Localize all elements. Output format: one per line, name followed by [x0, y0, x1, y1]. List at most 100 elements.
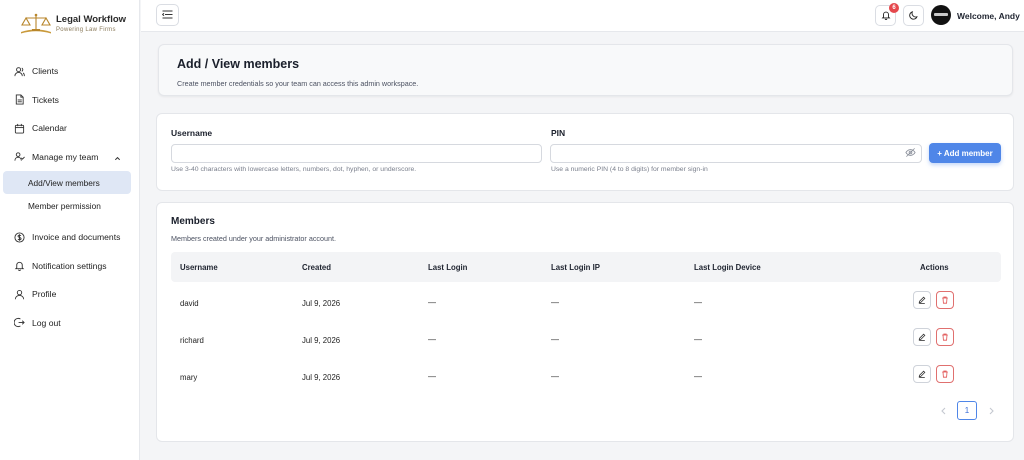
- notifications-button[interactable]: 6: [875, 3, 899, 26]
- sidebar-subitem-label: Add/View members: [28, 177, 100, 188]
- cell-last-login-ip: —: [551, 298, 559, 307]
- sidebar-item-profile[interactable]: Profile: [0, 280, 140, 309]
- members-card: Members Members created under your admin…: [156, 202, 1014, 442]
- notification-count-badge: 6: [889, 3, 899, 13]
- team-icon: [14, 151, 25, 162]
- sidebar-item-logout[interactable]: Log out: [0, 309, 140, 338]
- sidebar-item-label: Log out: [32, 317, 61, 328]
- sidebar-item-label: Calendar: [32, 123, 67, 134]
- pagination-page-button[interactable]: 1: [957, 401, 977, 420]
- username-input[interactable]: [171, 144, 542, 163]
- sidebar-item-tickets[interactable]: Tickets: [0, 86, 140, 115]
- brand-tagline: Powering Law Firms: [56, 26, 116, 33]
- column-header-last-login-ip: Last Login IP: [551, 263, 600, 272]
- chevron-up-icon: [114, 154, 121, 161]
- bell-icon: [881, 10, 891, 22]
- sidebar-item-label: Notification settings: [32, 260, 107, 271]
- delete-member-button[interactable]: [936, 328, 954, 346]
- edit-member-button[interactable]: [913, 365, 931, 383]
- trash-icon: [942, 333, 948, 341]
- welcome-text: Welcome, Andy: [957, 11, 1020, 21]
- cell-username: david: [180, 299, 199, 308]
- sidebar-item-calendar[interactable]: Calendar: [0, 114, 140, 143]
- cell-created: Jul 9, 2026: [302, 299, 341, 308]
- sidebar-item-label: Clients: [32, 66, 59, 77]
- sidebar-item-label: Tickets: [32, 94, 59, 105]
- cell-last-login: —: [428, 335, 436, 344]
- hamburger-icon: [161, 10, 173, 21]
- chevron-left-icon[interactable]: [939, 406, 949, 416]
- cell-last-login-ip: —: [551, 372, 559, 381]
- pin-hint: Use a numeric PIN (4 to 8 digits) for me…: [551, 166, 708, 173]
- sidebar-item-label: Invoice and documents: [32, 232, 121, 243]
- user-icon: [14, 289, 25, 300]
- brand-logo[interactable]: Legal Workflow Powering Law Firms: [18, 12, 128, 36]
- cell-created: Jul 9, 2026: [302, 373, 341, 382]
- members-table-header: Username Created Last Login Last Login I…: [171, 252, 1001, 282]
- sidebar-item-manage-team[interactable]: Manage my team: [0, 143, 140, 172]
- add-member-form-card: Username Use 3-40 characters with lowerc…: [156, 113, 1014, 191]
- user-avatar[interactable]: [931, 5, 951, 25]
- theme-toggle-button[interactable]: [903, 5, 924, 26]
- menu-toggle-button[interactable]: [156, 4, 179, 26]
- cell-last-login-device: —: [694, 372, 702, 381]
- sidebar-item-notification-settings[interactable]: Notification settings: [0, 252, 140, 281]
- sidebar-subitem-add-view-members[interactable]: Add/View members: [3, 171, 131, 194]
- pin-label: PIN: [551, 128, 566, 138]
- cell-username: mary: [180, 373, 198, 382]
- members-title: Members: [171, 216, 215, 227]
- cell-last-login-ip: —: [551, 335, 559, 344]
- table-row: richard Jul 9, 2026 — — —: [171, 321, 1001, 358]
- logout-icon: [14, 317, 25, 328]
- column-header-last-login: Last Login: [428, 263, 468, 272]
- edit-member-button[interactable]: [913, 291, 931, 309]
- table-row: david Jul 9, 2026 — — —: [171, 284, 1001, 321]
- sidebar-item-label: Profile: [32, 289, 57, 300]
- cell-created: Jul 9, 2026: [302, 336, 341, 345]
- cell-last-login: —: [428, 298, 436, 307]
- cell-last-login-device: —: [694, 335, 702, 344]
- calendar-icon: [14, 123, 25, 134]
- add-member-button[interactable]: + Add member: [929, 143, 1001, 163]
- column-header-created: Created: [302, 263, 332, 272]
- delete-member-button[interactable]: [936, 291, 954, 309]
- column-header-username: Username: [180, 263, 218, 272]
- cell-last-login-device: —: [694, 298, 702, 307]
- trash-icon: [942, 296, 948, 304]
- cell-username: richard: [180, 336, 204, 345]
- page-title: Add / View members: [177, 57, 300, 71]
- members-subtitle: Members created under your administrator…: [171, 234, 336, 243]
- bell-icon: [14, 260, 25, 272]
- delete-member-button[interactable]: [936, 365, 954, 383]
- pin-input[interactable]: [550, 144, 922, 163]
- sidebar-subitem-member-permission[interactable]: Member permission: [3, 194, 131, 217]
- table-row: mary Jul 9, 2026 — — —: [171, 358, 1001, 395]
- sidebar-nav: Clients Tickets Calendar Manage my team: [0, 57, 140, 337]
- dollar-icon: [14, 232, 25, 243]
- column-header-last-login-device: Last Login Device: [694, 263, 761, 272]
- page-subtitle: Create member credentials so your team c…: [177, 79, 419, 88]
- sidebar: Legal Workflow Powering Law Firms Client…: [0, 0, 140, 460]
- top-bar: 6 Welcome, Andy: [141, 0, 1024, 32]
- users-icon: [14, 66, 25, 77]
- sidebar-item-invoices[interactable]: Invoice and documents: [0, 223, 140, 252]
- chevron-right-icon[interactable]: [986, 406, 996, 416]
- brand-title: Legal Workflow: [56, 14, 127, 26]
- scales-of-justice-icon: [18, 12, 54, 36]
- trash-icon: [942, 370, 948, 378]
- moon-icon: [908, 10, 919, 22]
- file-icon: [14, 94, 25, 105]
- page-header-card: Add / View members Create member credent…: [158, 44, 1013, 96]
- pencil-icon: [918, 370, 926, 378]
- username-hint: Use 3-40 characters with lowercase lette…: [171, 166, 417, 173]
- sidebar-subitem-label: Member permission: [28, 200, 101, 211]
- pencil-icon: [918, 296, 926, 304]
- pencil-icon: [918, 333, 926, 341]
- eye-slash-icon[interactable]: [905, 147, 916, 158]
- edit-member-button[interactable]: [913, 328, 931, 346]
- column-header-actions: Actions: [920, 263, 949, 272]
- cell-last-login: —: [428, 372, 436, 381]
- sidebar-item-label: Manage my team: [32, 151, 99, 162]
- sidebar-item-clients[interactable]: Clients: [0, 57, 140, 86]
- username-label: Username: [171, 128, 213, 138]
